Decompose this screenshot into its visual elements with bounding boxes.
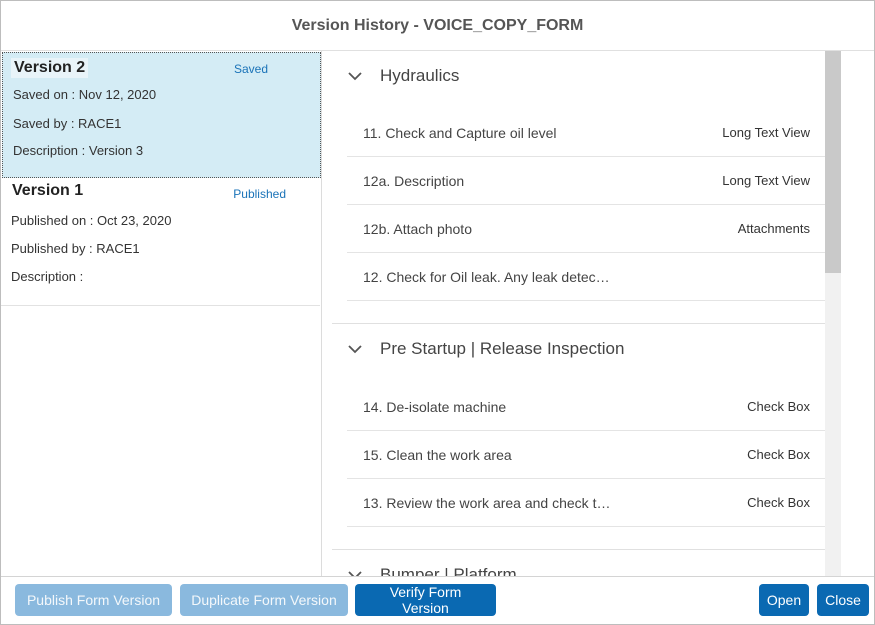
version-name: Version 2	[11, 58, 89, 78]
section-header-hydraulics[interactable]: Hydraulics	[332, 51, 825, 101]
version-card-1[interactable]: Version 1 Published Published on : Oct 2…	[1, 178, 320, 306]
version-status-badge: Published	[233, 187, 286, 201]
dialog-title: Version History - VOICE_COPY_FORM	[291, 16, 584, 34]
row-type: Attachments	[737, 221, 810, 236]
row-label: 11. Check and Capture oil level	[363, 124, 557, 141]
version-status-badge: Saved	[233, 62, 268, 76]
version-date: Saved on : Nov 12, 2020	[13, 87, 157, 102]
row-type: Long Text View	[722, 173, 810, 188]
publish-form-version-button[interactable]: Publish Form Version	[15, 584, 172, 616]
verify-form-version-button[interactable]: Verify Form Version	[355, 584, 496, 616]
section-title: Pre Startup | Release Inspection	[380, 339, 625, 358]
version-name: Version 1	[12, 182, 84, 199]
version-description: Description : Version 3	[13, 143, 144, 158]
form-detail-panel: Hydraulics 11. Check and Capture oil lev…	[322, 51, 841, 576]
close-button[interactable]: Close	[817, 584, 869, 616]
duplicate-form-version-button[interactable]: Duplicate Form Version	[180, 584, 348, 616]
dialog-header: Version History - VOICE_COPY_FORM	[1, 1, 874, 51]
row-label: 14. De-isolate machine	[363, 398, 507, 415]
version-list: Version 2 Saved Saved on : Nov 12, 2020 …	[1, 51, 322, 576]
row-label: 12b. Attach photo	[363, 220, 472, 237]
row-type: Check Box	[747, 447, 810, 462]
scrollbar-thumb[interactable]	[825, 51, 841, 273]
detail-scrollbar[interactable]	[825, 51, 841, 576]
version-card-2[interactable]: Version 2 Saved Saved on : Nov 12, 2020 …	[2, 52, 321, 178]
section-header-pre-startup[interactable]: Pre Startup | Release Inspection	[332, 324, 825, 374]
row-label: 13. Review the work area and check t…	[363, 494, 611, 511]
version-author: Published by : RACE1	[11, 241, 140, 256]
chevron-down-icon	[348, 571, 362, 576]
section-title: Hydraulics	[380, 66, 460, 85]
form-row[interactable]: 12a. Description Long Text View	[347, 157, 825, 205]
version-history-dialog: Version History - VOICE_COPY_FORM Versio…	[0, 0, 875, 625]
row-type: Long Text View	[722, 125, 810, 140]
version-description: Description :	[11, 269, 84, 284]
version-author: Saved by : RACE1	[13, 116, 122, 131]
dialog-footer: Publish Form Version Duplicate Form Vers…	[1, 576, 874, 624]
open-button[interactable]: Open	[759, 584, 809, 616]
form-row[interactable]: 14. De-isolate machine Check Box	[347, 383, 825, 431]
section-title: Bumper | Platform	[380, 565, 517, 576]
form-row[interactable]: 12b. Attach photo Attachments	[347, 205, 825, 253]
form-row[interactable]: 15. Clean the work area Check Box	[347, 431, 825, 479]
chevron-down-icon	[348, 72, 362, 81]
form-row[interactable]: 12. Check for Oil leak. Any leak detec…	[347, 253, 825, 301]
chevron-down-icon	[348, 345, 362, 354]
row-type: Check Box	[747, 399, 810, 414]
form-row[interactable]: 13. Review the work area and check t… Ch…	[347, 479, 825, 527]
row-label: 12a. Description	[363, 172, 465, 189]
row-label: 15. Clean the work area	[363, 446, 512, 463]
row-label: 12. Check for Oil leak. Any leak detec…	[363, 268, 610, 285]
row-type: Check Box	[747, 495, 810, 510]
section-header-bumper[interactable]: Bumper | Platform	[332, 550, 825, 576]
form-row[interactable]: 11. Check and Capture oil level Long Tex…	[347, 109, 825, 157]
version-date: Published on : Oct 23, 2020	[11, 213, 172, 228]
